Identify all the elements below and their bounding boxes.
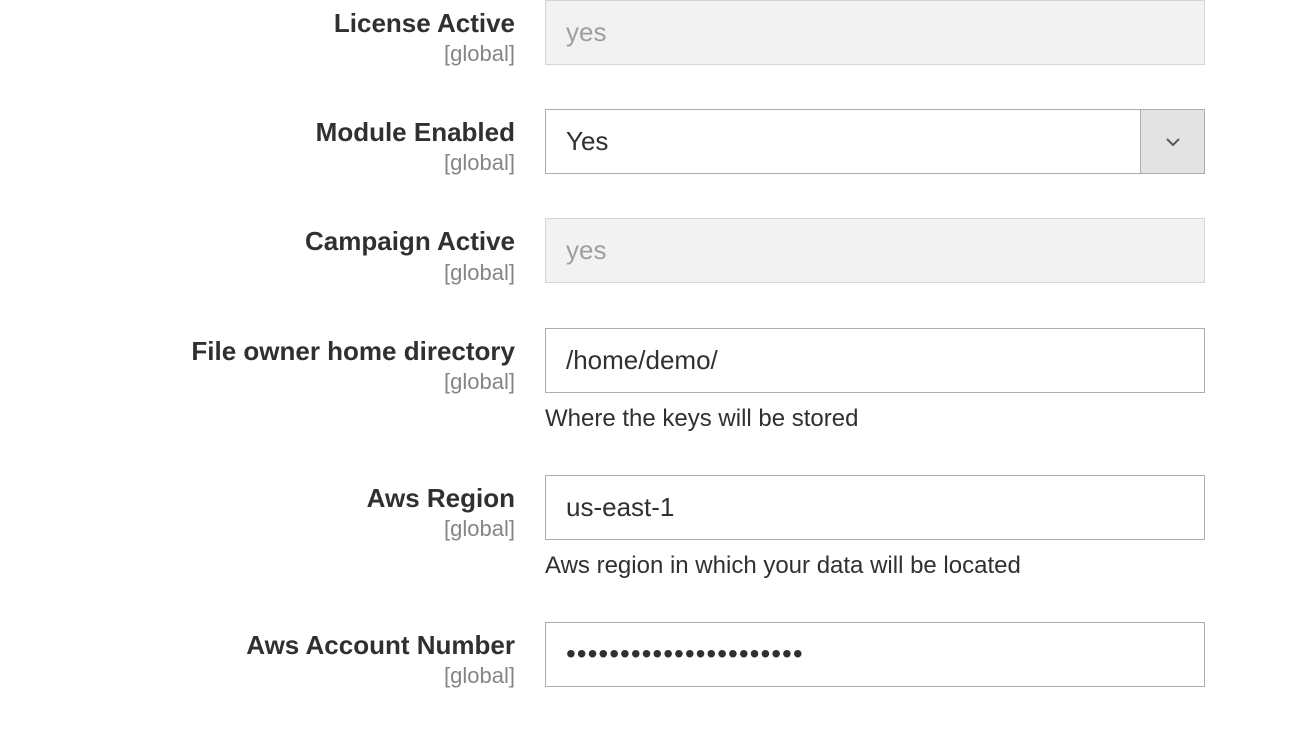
aws-region-row: Aws Region [global] Aws region in which … [0,475,1300,580]
input-column [545,218,1205,283]
campaign-active-row: Campaign Active [global] [0,218,1300,285]
label-column: Campaign Active [global] [0,218,545,285]
aws-region-label: Aws Region [0,483,515,514]
scope-label: [global] [0,663,515,689]
home-directory-label: File owner home directory [0,336,515,367]
label-column: File owner home directory [global] [0,328,545,395]
aws-account-number-row: Aws Account Number [global] [0,622,1300,689]
scope-label: [global] [0,516,515,542]
scope-label: [global] [0,41,515,67]
chevron-down-icon [1166,138,1180,146]
aws-account-number-label: Aws Account Number [0,630,515,661]
label-column: Aws Region [global] [0,475,545,542]
input-column: Where the keys will be stored [545,328,1205,433]
label-column: Module Enabled [global] [0,109,545,176]
config-form: License Active [global] Module Enabled [… [0,0,1300,689]
label-column: License Active [global] [0,0,545,67]
label-column: Aws Account Number [global] [0,622,545,689]
aws-region-input[interactable] [545,475,1205,540]
dropdown-arrow-button[interactable] [1140,109,1205,174]
scope-label: [global] [0,260,515,286]
home-directory-row: File owner home directory [global] Where… [0,328,1300,433]
module-enabled-row: Module Enabled [global] Yes [0,109,1300,176]
aws-region-hint: Aws region in which your data will be lo… [545,552,1205,580]
home-directory-input[interactable] [545,328,1205,393]
scope-label: [global] [0,369,515,395]
license-active-label: License Active [0,8,515,39]
input-column [545,0,1205,65]
home-directory-hint: Where the keys will be stored [545,405,1205,433]
input-column: Aws region in which your data will be lo… [545,475,1205,580]
select-value: Yes [545,109,1205,174]
module-enabled-select[interactable]: Yes [545,109,1205,174]
module-enabled-label: Module Enabled [0,117,515,148]
license-active-row: License Active [global] [0,0,1300,67]
input-column: Yes [545,109,1205,174]
license-active-input [545,0,1205,65]
input-column [545,622,1205,687]
aws-account-number-input[interactable] [545,622,1205,687]
scope-label: [global] [0,150,515,176]
campaign-active-label: Campaign Active [0,226,515,257]
campaign-active-input [545,218,1205,283]
